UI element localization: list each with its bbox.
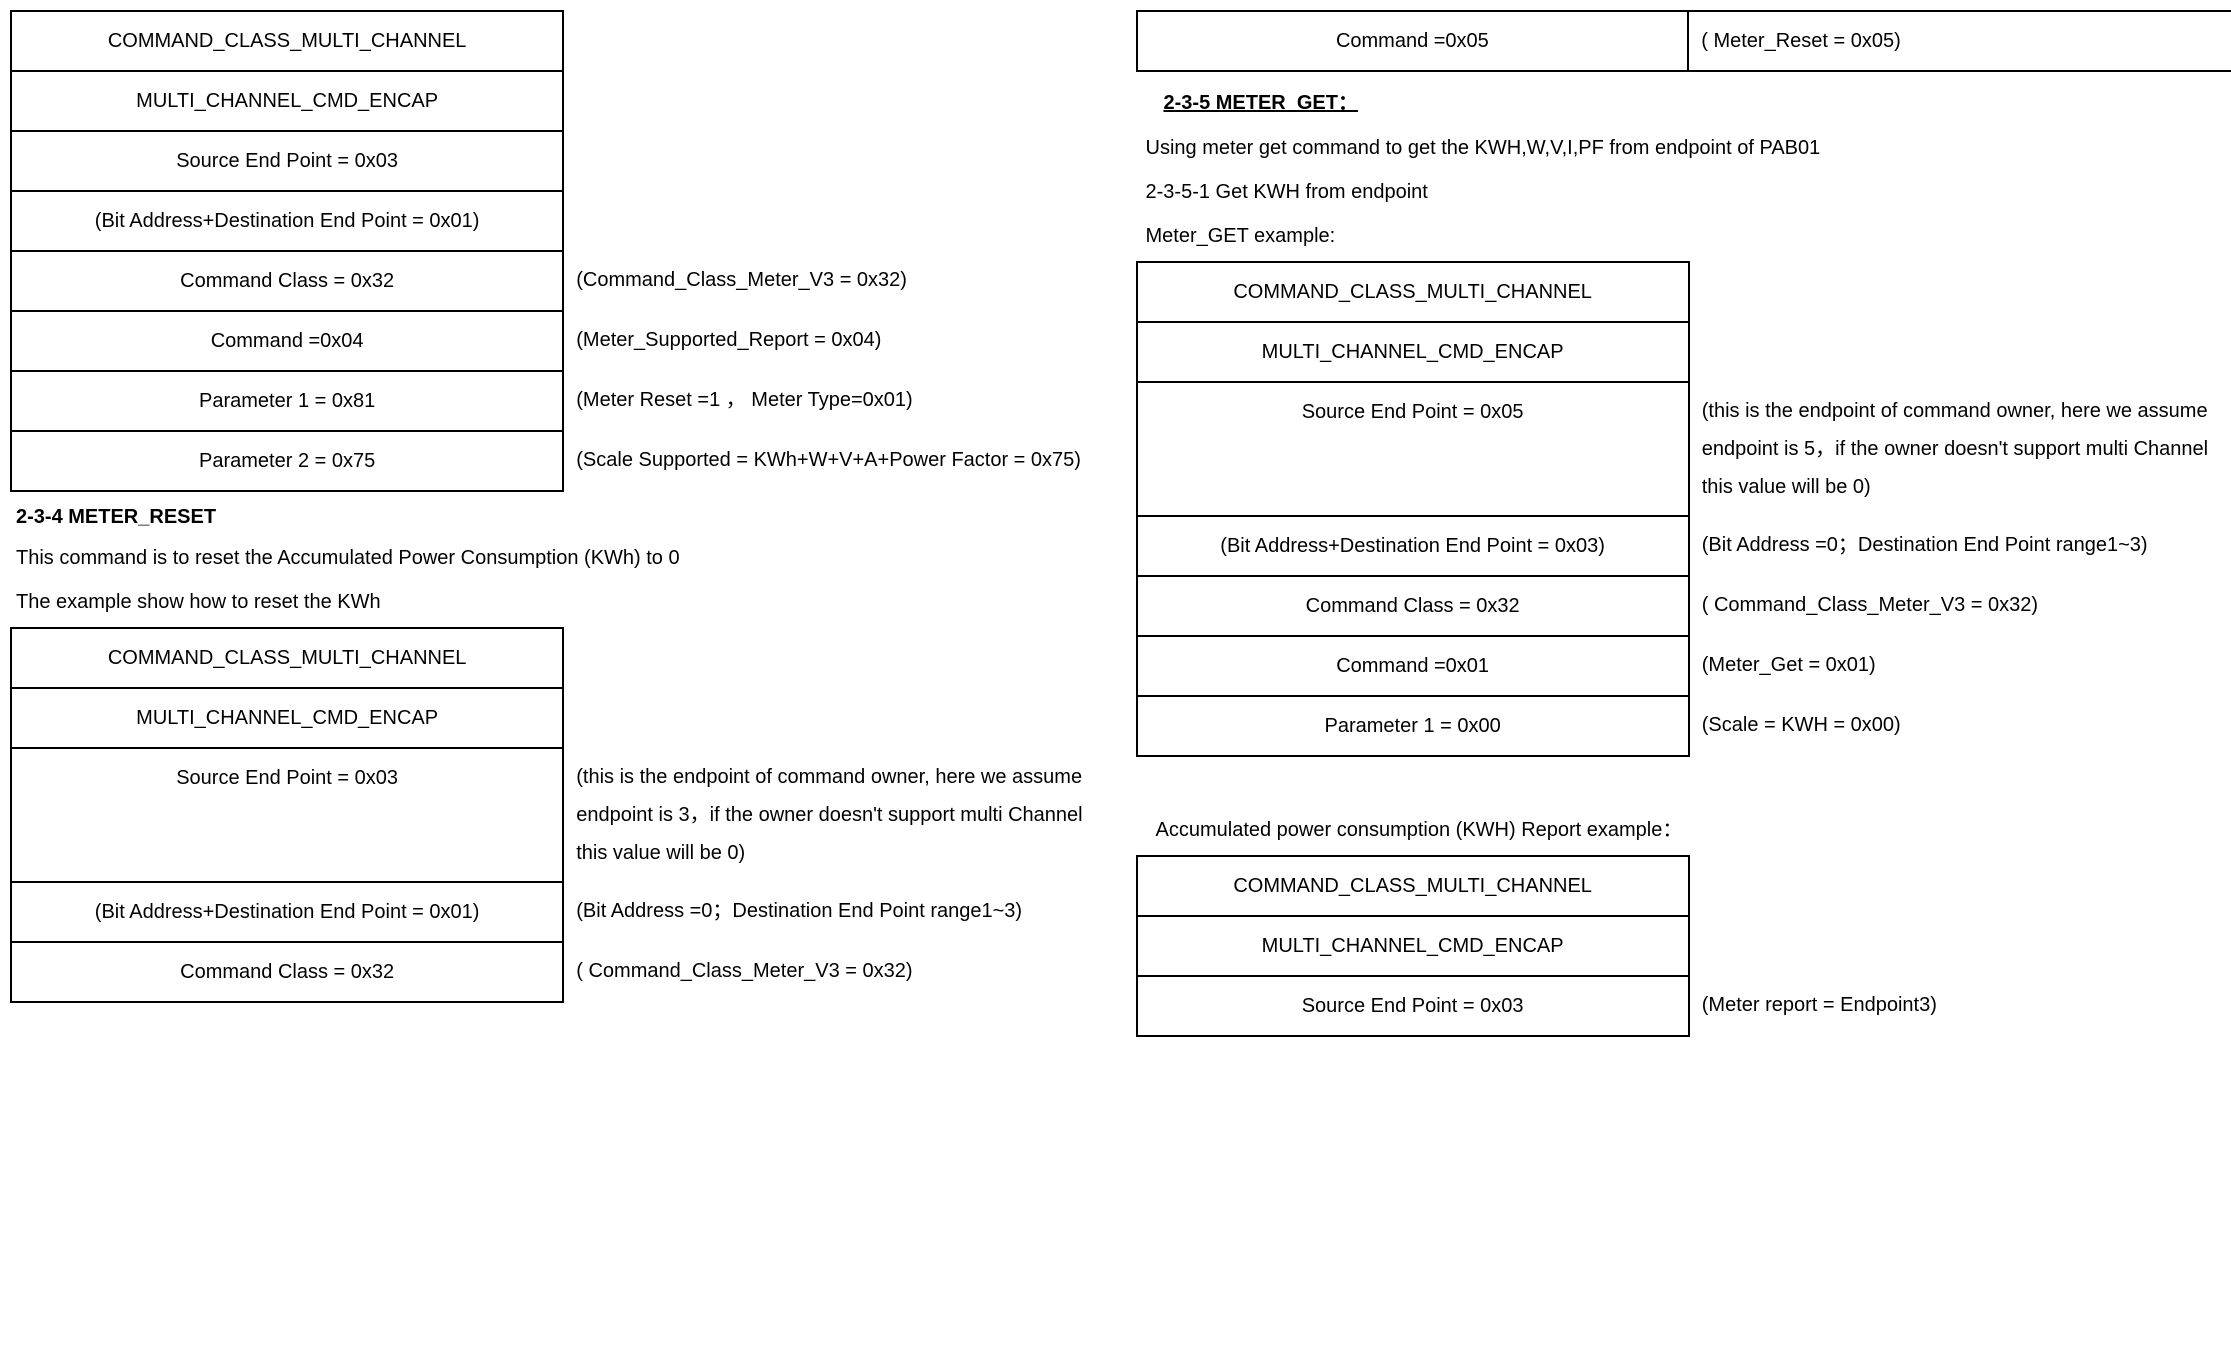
table-row: COMMAND_CLASS_MULTI_CHANNEL bbox=[11, 628, 1116, 688]
cell-right-empty bbox=[1689, 856, 2231, 976]
cell-right-empty bbox=[563, 11, 1115, 251]
cell-left: Parameter 1 = 0x81 bbox=[11, 371, 563, 431]
left-column: COMMAND_CLASS_MULTI_CHANNEL MULTI_CHANNE… bbox=[10, 10, 1116, 1045]
table-row: COMMAND_CLASS_MULTI_CHANNEL bbox=[1137, 856, 2231, 916]
cell-right: ( Meter_Reset = 0x05) bbox=[1688, 11, 2231, 71]
cell-right: (Meter_Supported_Report = 0x04) bbox=[563, 311, 1115, 371]
section-text: 2-3-5-1 Get KWH from endpoint bbox=[1146, 173, 2231, 211]
cell-left: Parameter 1 = 0x00 bbox=[1137, 696, 1689, 756]
table-row: Parameter 2 = 0x75 (Scale Supported = KW… bbox=[11, 431, 1116, 491]
cell-right: (Command_Class_Meter_V3 = 0x32) bbox=[563, 251, 1115, 311]
table-row: Command =0x01 (Meter_Get = 0x01) bbox=[1137, 636, 2231, 696]
table-row: COMMAND_CLASS_MULTI_CHANNEL bbox=[1137, 262, 2231, 322]
cell-right: (Meter Reset =1 ， Meter Type=0x01) bbox=[563, 371, 1115, 431]
cell-right: (Meter_Get = 0x01) bbox=[1689, 636, 2231, 696]
section-text: This command is to reset the Accumulated… bbox=[16, 539, 1116, 577]
page-container: COMMAND_CLASS_MULTI_CHANNEL MULTI_CHANNE… bbox=[10, 10, 2231, 1045]
table-row: Command =0x05 ( Meter_Reset = 0x05) bbox=[1137, 11, 2231, 71]
table-kwh-report: COMMAND_CLASS_MULTI_CHANNEL MULTI_CHANNE… bbox=[1136, 855, 2231, 1037]
section-heading-234: 2-3-4 METER_RESET bbox=[16, 506, 1116, 529]
cell-right: (Bit Address =0；Destination End Point ra… bbox=[1689, 516, 2231, 576]
cell-right: (this is the endpoint of command owner, … bbox=[563, 748, 1115, 882]
table-row: Command Class = 0x32 (Command_Class_Mete… bbox=[11, 251, 1116, 311]
table-reset-command-row: Command =0x05 ( Meter_Reset = 0x05) bbox=[1136, 10, 2231, 72]
table-row: COMMAND_CLASS_MULTI_CHANNEL bbox=[11, 11, 1116, 71]
cell-left: Command Class = 0x32 bbox=[11, 251, 563, 311]
cell-left: COMMAND_CLASS_MULTI_CHANNEL bbox=[1137, 856, 1689, 916]
cell-right: ( Command_Class_Meter_V3 = 0x32) bbox=[1689, 576, 2231, 636]
table-row: Parameter 1 = 0x81 (Meter Reset =1 ， Met… bbox=[11, 371, 1116, 431]
cell-right: (this is the endpoint of command owner, … bbox=[1689, 382, 2231, 516]
cell-right-empty bbox=[1689, 262, 2231, 382]
table-row: Command =0x04 (Meter_Supported_Report = … bbox=[11, 311, 1116, 371]
cell-left: Source End Point = 0x03 bbox=[1137, 976, 1689, 1036]
table-row: Source End Point = 0x03 (Meter report = … bbox=[1137, 976, 2231, 1036]
table-row: Command Class = 0x32 ( Command_Class_Met… bbox=[1137, 576, 2231, 636]
cell-left: (Bit Address+Destination End Point = 0x0… bbox=[1137, 516, 1689, 576]
cell-left: COMMAND_CLASS_MULTI_CHANNEL bbox=[11, 628, 563, 688]
table-meter-supported-report: COMMAND_CLASS_MULTI_CHANNEL MULTI_CHANNE… bbox=[10, 10, 1116, 492]
cell-left: Source End Point = 0x05 bbox=[1137, 382, 1689, 516]
section-text: Using meter get command to get the KWH,W… bbox=[1146, 129, 2231, 167]
cell-right: ( Command_Class_Meter_V3 = 0x32) bbox=[563, 942, 1115, 1002]
cell-right: (Bit Address =0；Destination End Point ra… bbox=[563, 882, 1115, 942]
cell-right: (Scale Supported = KWh+W+V+A+Power Facto… bbox=[563, 431, 1115, 491]
cell-left: Command =0x01 bbox=[1137, 636, 1689, 696]
table-row: Parameter 1 = 0x00 (Scale = KWH = 0x00) bbox=[1137, 696, 2231, 756]
table-row: Command Class = 0x32 ( Command_Class_Met… bbox=[11, 942, 1116, 1002]
table-meter-reset: COMMAND_CLASS_MULTI_CHANNEL MULTI_CHANNE… bbox=[10, 627, 1116, 1003]
table-row: Source End Point = 0x03 (this is the end… bbox=[11, 748, 1116, 882]
cell-left: MULTI_CHANNEL_CMD_ENCAP bbox=[11, 688, 563, 748]
cell-left: MULTI_CHANNEL_CMD_ENCAP bbox=[1137, 322, 1689, 382]
cell-left: (Bit Address+Destination End Point = 0x0… bbox=[11, 882, 563, 942]
cell-right: (Scale = KWH = 0x00) bbox=[1689, 696, 2231, 756]
cell-left: Command Class = 0x32 bbox=[1137, 576, 1689, 636]
cell-left: Command Class = 0x32 bbox=[11, 942, 563, 1002]
section-text: The example show how to reset the KWh bbox=[16, 583, 1116, 621]
cell-left: MULTI_CHANNEL_CMD_ENCAP bbox=[11, 71, 563, 131]
table-row: (Bit Address+Destination End Point = 0x0… bbox=[11, 882, 1116, 942]
cell-left: COMMAND_CLASS_MULTI_CHANNEL bbox=[1137, 262, 1689, 322]
section-text: Accumulated power consumption (KWH) Repo… bbox=[1156, 811, 2231, 849]
table-row: Source End Point = 0x05 (this is the end… bbox=[1137, 382, 2231, 516]
table-row: (Bit Address+Destination End Point = 0x0… bbox=[1137, 516, 2231, 576]
cell-left: (Bit Address+Destination End Point = 0x0… bbox=[11, 191, 563, 251]
cell-left: MULTI_CHANNEL_CMD_ENCAP bbox=[1137, 916, 1689, 976]
right-column: Command =0x05 ( Meter_Reset = 0x05) 2-3-… bbox=[1136, 10, 2231, 1045]
cell-left: Source End Point = 0x03 bbox=[11, 131, 563, 191]
cell-right-empty bbox=[563, 628, 1115, 748]
table-meter-get: COMMAND_CLASS_MULTI_CHANNEL MULTI_CHANNE… bbox=[1136, 261, 2231, 757]
cell-right: (Meter report = Endpoint3) bbox=[1689, 976, 2231, 1036]
cell-left: Source End Point = 0x03 bbox=[11, 748, 563, 882]
cell-left: Command =0x05 bbox=[1137, 11, 1689, 71]
cell-left: COMMAND_CLASS_MULTI_CHANNEL bbox=[11, 11, 563, 71]
section-text: Meter_GET example: bbox=[1146, 217, 2231, 255]
section-heading-235: 2-3-5 METER_GET： bbox=[1164, 86, 2231, 115]
cell-left: Command =0x04 bbox=[11, 311, 563, 371]
cell-left: Parameter 2 = 0x75 bbox=[11, 431, 563, 491]
